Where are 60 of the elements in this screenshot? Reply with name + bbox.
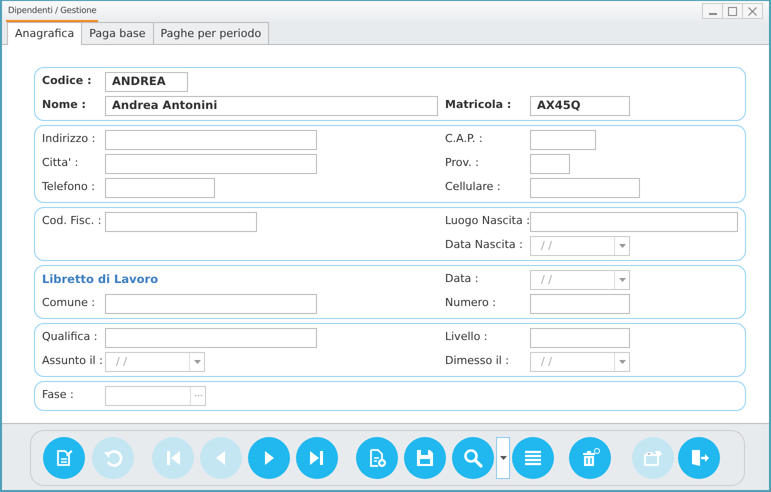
input-field[interactable] [105, 178, 215, 198]
search-icon [461, 446, 485, 470]
field-label: C.A.P. : [445, 131, 484, 148]
input-field[interactable] [105, 294, 317, 314]
dropdown-icon[interactable] [614, 236, 629, 254]
input-field[interactable] [530, 154, 570, 174]
section-heading: Libretto di Lavoro [42, 270, 160, 288]
field-label: Data Nascita : [445, 237, 524, 254]
input-field[interactable] [105, 130, 317, 150]
field-label: Indirizzo : [42, 131, 96, 148]
exit-button[interactable] [678, 437, 720, 479]
last-record-button[interactable] [296, 437, 338, 479]
input-field[interactable] [530, 294, 630, 314]
tab[interactable]: Anagrafica [7, 22, 82, 45]
field-label: Qualifica : [42, 329, 98, 346]
next-record-button[interactable] [248, 437, 290, 479]
new-button[interactable] [356, 437, 398, 479]
field-label: Codice : [42, 73, 92, 90]
close-button[interactable] [742, 3, 763, 19]
maximize-icon [728, 6, 737, 16]
save-button[interactable] [404, 437, 446, 479]
field-label: Citta' : [42, 155, 80, 172]
field-label: Fase : [42, 387, 75, 404]
ellipsis-icon[interactable] [190, 386, 205, 404]
lookup-field[interactable] [105, 386, 206, 406]
input-field[interactable] [105, 328, 317, 348]
dropdown-icon[interactable] [614, 352, 629, 370]
input-field[interactable]: AX45Q [530, 96, 630, 116]
field-label: Cod. Fisc. : [42, 213, 102, 230]
input-field[interactable]: ANDREA [105, 72, 188, 92]
field-label: Livello : [445, 329, 489, 346]
input-field[interactable]: Andrea Antonini [105, 96, 438, 116]
field-label: Comune : [42, 295, 96, 312]
field-label: Luogo Nascita : [445, 213, 530, 230]
field-label: Numero : [445, 295, 497, 312]
field-label: Nome : [42, 97, 87, 114]
field-label: Assunto il : [42, 353, 104, 370]
input-field[interactable] [530, 212, 738, 232]
field-label: Matricola : [445, 97, 512, 114]
maximize-button[interactable] [722, 3, 743, 19]
tab[interactable]: Paga base [81, 22, 154, 44]
tab[interactable]: Paghe per periodo [152, 22, 270, 44]
field-label: Cellulare : [445, 179, 502, 196]
dropdown-icon[interactable] [614, 270, 629, 288]
input-field[interactable] [530, 328, 630, 348]
field-label: Dimesso il : [445, 353, 510, 370]
input-field[interactable] [530, 130, 596, 150]
field-label: Data : [445, 271, 480, 288]
minimize-button[interactable] [702, 3, 723, 19]
dropdown-button[interactable] [496, 437, 510, 479]
close-icon [748, 6, 757, 16]
input-field[interactable] [105, 154, 317, 174]
input-field[interactable] [530, 178, 640, 198]
delete-button[interactable] [569, 437, 611, 479]
edit-button[interactable] [43, 437, 85, 479]
caret-icon [500, 456, 506, 460]
dropdown-icon[interactable] [189, 352, 204, 370]
field-label: Prov. : [445, 155, 480, 172]
field-label: Telefono : [42, 179, 96, 196]
input-field[interactable] [105, 212, 257, 232]
